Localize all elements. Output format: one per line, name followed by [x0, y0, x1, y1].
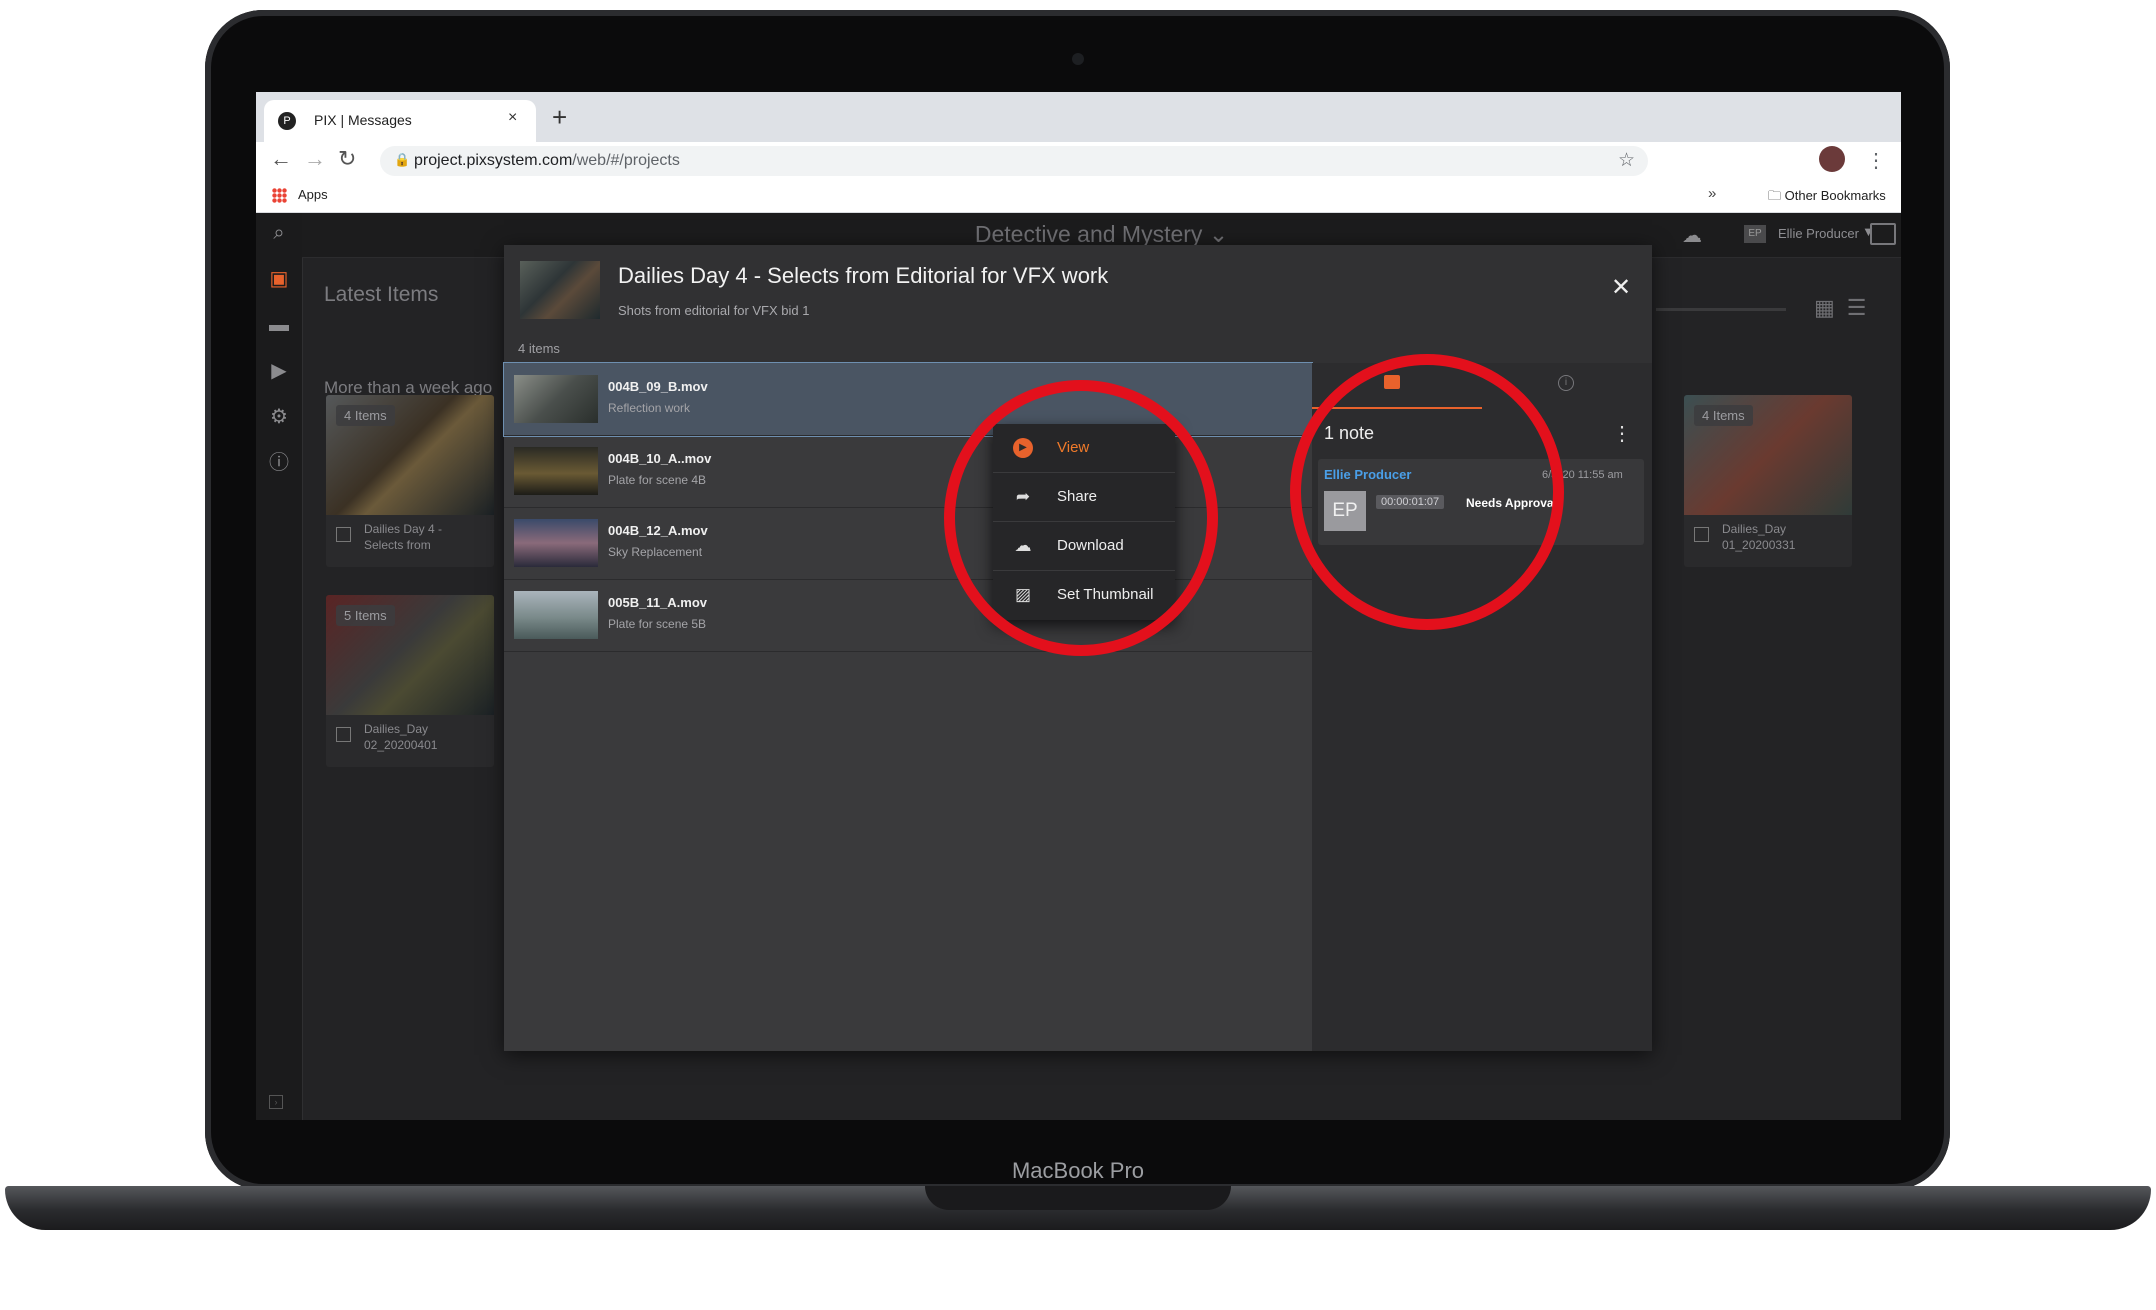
search-icon[interactable]: ⌕ — [267, 221, 291, 245]
project-selector[interactable]: Detective and Mystery ⌄ — [302, 221, 1901, 248]
item-thumbnail — [514, 447, 598, 495]
item-count-badge: 4 Items — [336, 405, 395, 426]
bookmark-other[interactable]: 🗀 Other Bookmarks — [1768, 187, 1886, 209]
list-item[interactable]: 004B_09_B.mov Reflection work — [503, 362, 1313, 437]
collapse-sidebar-icon[interactable]: › — [269, 1095, 283, 1109]
annotation-circle-menu — [944, 380, 1218, 656]
reload-icon[interactable]: ↻ — [338, 146, 356, 172]
apps-grid-icon[interactable] — [272, 188, 287, 203]
url-text: project.pixsystem.com/web/#/projects — [414, 152, 680, 170]
pix-app: ⌕ ▣ ▬ ▶ ⚙ ⓘ › Detective and Mystery ⌄ ☁ … — [256, 213, 1901, 1120]
close-icon[interactable]: ✕ — [1611, 273, 1631, 302]
media-library-icon[interactable]: ▶ — [267, 359, 291, 383]
lock-icon: 🔒 — [394, 152, 411, 167]
bookmarks-overflow[interactable]: » — [1708, 185, 1716, 202]
modal-title: Dailies Day 4 - Selects from Editorial f… — [618, 263, 1109, 288]
annotation-circle-notes — [1290, 354, 1564, 630]
project-title: Detective and Mystery — [974, 221, 1203, 247]
card-label: Dailies_Day 01_20200331 — [1722, 522, 1796, 552]
thumbnail-size-slider[interactable] — [1656, 308, 1786, 311]
item-description: Reflection work — [608, 401, 691, 415]
webcam — [1072, 53, 1084, 65]
section-title: Latest Items — [324, 283, 439, 306]
item-name: 005B_11_A.mov — [608, 595, 708, 610]
item-description: Plate for scene 4B — [608, 473, 707, 487]
item-name: 004B_09_B.mov — [608, 379, 708, 394]
profile-avatar[interactable] — [1819, 146, 1845, 172]
model-label: MacBook Pro — [1011, 1158, 1145, 1183]
app-sidebar: ⌕ ▣ ▬ ▶ ⚙ ⓘ › — [256, 213, 303, 1120]
tab-info-icon[interactable]: i — [1558, 375, 1574, 391]
folder-icon[interactable]: ▬ — [267, 313, 291, 337]
info-icon[interactable]: ⓘ — [267, 451, 291, 475]
item-thumbnail — [514, 375, 598, 423]
grid-view-icon[interactable]: ▦ — [1814, 295, 1847, 320]
collection-icon — [1694, 527, 1709, 542]
url-host: project.pixsystem.com — [414, 152, 573, 169]
modal-subtitle: Shots from editorial for VFX bid 1 — [618, 303, 810, 318]
view-toggle[interactable]: ▦☰ — [1814, 295, 1879, 321]
card-label: Dailies Day 4 - Selects from — [364, 522, 443, 552]
chevron-down-icon: ⌄ — [1208, 221, 1229, 247]
item-name: 004B_12_A.mov — [608, 523, 708, 538]
gear-icon[interactable]: ⚙ — [267, 405, 291, 429]
url-path: /web/#/projects — [572, 152, 680, 169]
laptop-notch — [925, 1186, 1231, 1210]
tab-close-button[interactable]: × — [508, 109, 517, 127]
bookmarks-bar: Apps » 🗀 Other Bookmarks — [256, 180, 1901, 213]
new-tab-button[interactable]: + — [552, 100, 567, 134]
card-label: Dailies_Day 02_20200401 — [364, 722, 438, 752]
user-avatar: EP — [1744, 225, 1766, 243]
folder-card[interactable]: 5 Items Dailies_Day 02_20200401 — [326, 595, 494, 767]
folder-icon: 🗀 — [1768, 188, 1785, 203]
collection-thumbnail — [520, 261, 600, 319]
collection-icon — [336, 727, 351, 742]
fullscreen-icon[interactable] — [1870, 223, 1896, 245]
folder-card[interactable]: 4 Items Dailies Day 4 - Selects from — [326, 395, 494, 567]
pix-favicon-icon: P — [278, 112, 296, 130]
items-count: 4 items — [518, 341, 560, 356]
browser-tab-bar: P PIX | Messages × + — [256, 92, 1901, 142]
folder-card[interactable]: 4 Items Dailies_Day 01_20200331 — [1684, 395, 1852, 567]
cloud-upload-icon[interactable]: ☁ — [1682, 223, 1702, 248]
item-thumbnail — [514, 519, 598, 567]
browser-toolbar: ← → ↻ 🔒 project.pixsystem.com/web/#/proj… — [256, 142, 1901, 180]
collection-icon — [336, 527, 351, 542]
bookmark-other-label: Other Bookmarks — [1784, 188, 1886, 203]
item-description: Sky Replacement — [608, 545, 703, 559]
forward-icon[interactable]: → — [304, 146, 326, 172]
tab-title: PIX | Messages — [314, 112, 412, 128]
address-bar[interactable]: 🔒 project.pixsystem.com/web/#/projects ☆ — [380, 146, 1648, 176]
item-name: 004B_10_A..mov — [608, 451, 712, 466]
notes-menu-icon[interactable]: ⋮ — [1612, 421, 1632, 446]
list-view-icon[interactable]: ☰ — [1847, 295, 1879, 320]
item-description: Plate for scene 5B — [608, 617, 707, 631]
bookmark-star-icon[interactable]: ☆ — [1618, 149, 1635, 172]
inbox-icon[interactable]: ▣ — [267, 267, 291, 291]
user-name[interactable]: Ellie Producer — [1778, 226, 1859, 241]
item-count-badge: 4 Items — [1694, 405, 1753, 426]
chrome-menu-icon[interactable]: ⋮ — [1866, 148, 1886, 173]
bookmark-apps[interactable]: Apps — [298, 187, 328, 202]
item-thumbnail — [514, 591, 598, 639]
item-count-badge: 5 Items — [336, 605, 395, 626]
browser-tab[interactable]: P PIX | Messages × — [264, 100, 536, 142]
back-icon[interactable]: ← — [270, 146, 292, 172]
